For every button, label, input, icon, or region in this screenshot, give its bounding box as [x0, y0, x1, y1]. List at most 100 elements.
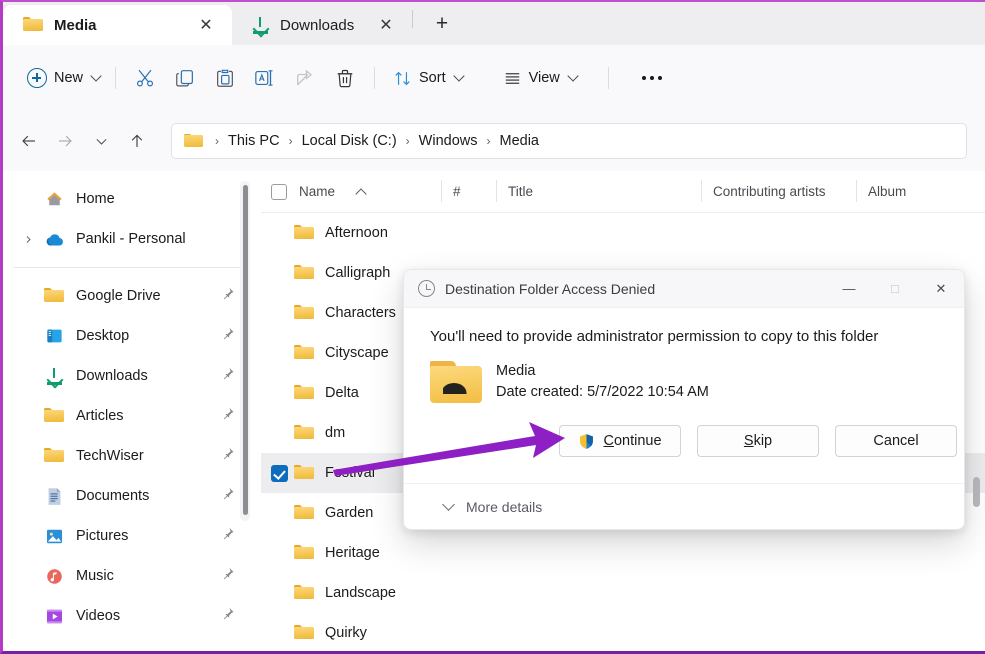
- sidebar-divider: [14, 267, 241, 268]
- sidebar-item-pictures[interactable]: Pictures: [3, 516, 261, 556]
- column-header-album[interactable]: Album: [856, 171, 976, 213]
- expander-placeholder: [17, 285, 39, 307]
- sort-icon: [395, 71, 410, 85]
- recent-locations-button[interactable]: [83, 123, 119, 159]
- sidebar-item-home[interactable]: Home: [3, 179, 261, 219]
- delete-button[interactable]: [325, 60, 365, 96]
- sidebar-item-pankil-personal[interactable]: Pankil - Personal: [3, 219, 261, 259]
- pin-icon[interactable]: [221, 487, 235, 506]
- tab-label: Media: [54, 16, 97, 34]
- breadcrumb-separator: ›: [486, 134, 491, 148]
- documents-icon: [43, 485, 65, 507]
- table-row[interactable]: Quirky: [261, 613, 985, 651]
- breadcrumb-item-windows[interactable]: Windows: [413, 131, 484, 151]
- sidebar-item-articles[interactable]: Articles: [3, 396, 261, 436]
- tab-strip: Media ✕ Downloads ✕ +: [3, 2, 985, 45]
- pin-icon[interactable]: [221, 447, 235, 466]
- back-button[interactable]: [11, 123, 47, 159]
- expander-placeholder: [17, 485, 39, 507]
- tab-media[interactable]: Media ✕: [3, 5, 232, 45]
- sidebar-item-desktop[interactable]: Desktop: [3, 316, 261, 356]
- chevron-right-icon[interactable]: [17, 228, 39, 250]
- address-bar: › This PC › Local Disk (C:) › Windows › …: [3, 111, 985, 171]
- pin-icon[interactable]: [221, 567, 235, 586]
- column-header-title[interactable]: Title: [496, 171, 701, 213]
- file-name: Festival: [325, 465, 375, 481]
- sidebar-item-documents[interactable]: Documents: [3, 476, 261, 516]
- share-button[interactable]: [285, 60, 325, 96]
- pin-icon[interactable]: [221, 367, 235, 386]
- continue-button-rest: ontinue: [613, 433, 662, 450]
- sidebar-item-label: TechWiser: [76, 448, 144, 464]
- pin-glyph: [223, 287, 234, 300]
- sidebar-item-techwiser[interactable]: TechWiser: [3, 436, 261, 476]
- close-icon[interactable]: ✕: [194, 13, 218, 37]
- chevron-down-icon: [95, 138, 107, 145]
- file-explorer-window: Media ✕ Downloads ✕ + New Sort View › Th…: [0, 0, 985, 654]
- cancel-button[interactable]: Cancel: [835, 425, 957, 458]
- select-all-checkbox[interactable]: [271, 183, 287, 200]
- sidebar-item-google-drive[interactable]: Google Drive: [3, 276, 261, 316]
- sidebar-item-videos[interactable]: Videos: [3, 596, 261, 636]
- view-list-icon: [505, 72, 519, 84]
- table-row[interactable]: Landscape: [261, 573, 985, 613]
- sort-button[interactable]: Sort: [384, 60, 472, 96]
- pin-icon[interactable]: [221, 607, 235, 626]
- table-row[interactable]: Afternoon: [261, 213, 985, 253]
- file-name: Landscape: [325, 585, 396, 601]
- breadcrumb[interactable]: › This PC › Local Disk (C:) › Windows › …: [171, 123, 967, 159]
- minimize-button[interactable]: —: [826, 270, 872, 308]
- ellipsis-icon: [641, 76, 662, 80]
- view-button[interactable]: View: [494, 60, 586, 96]
- column-header-contributing-artists[interactable]: Contributing artists: [701, 171, 856, 213]
- continue-button[interactable]: Continue: [559, 425, 681, 458]
- close-icon[interactable]: ✕: [918, 270, 964, 308]
- document-glyph: [48, 487, 60, 505]
- new-tab-button[interactable]: +: [425, 7, 459, 41]
- chevron-down-icon: [452, 70, 465, 82]
- skip-button[interactable]: Skip: [697, 425, 819, 458]
- cut-button[interactable]: [125, 60, 165, 96]
- file-name: Cityscape: [325, 345, 389, 361]
- file-list-scrollbar[interactable]: [971, 171, 982, 651]
- tab-label: Downloads: [280, 16, 355, 34]
- pin-glyph: [223, 367, 234, 380]
- music-icon: [43, 565, 65, 587]
- forward-button[interactable]: [47, 123, 83, 159]
- close-icon[interactable]: ✕: [374, 13, 398, 37]
- column-header-name[interactable]: Name: [261, 171, 441, 213]
- pin-icon[interactable]: [221, 327, 235, 346]
- home-icon-glyph: [46, 192, 62, 206]
- pin-icon[interactable]: [221, 407, 235, 426]
- sidebar-item-music[interactable]: Music: [3, 556, 261, 596]
- breadcrumb-item-local-disk[interactable]: Local Disk (C:): [296, 131, 403, 151]
- copy-button[interactable]: [165, 60, 205, 96]
- sidebar-item-downloads[interactable]: Downloads: [3, 356, 261, 396]
- breadcrumb-separator: ›: [288, 134, 293, 148]
- file-name: dm: [325, 425, 346, 441]
- sidebar-item-label: Documents: [76, 488, 150, 504]
- column-header-label: Contributing artists: [713, 184, 826, 199]
- folder-icon: [43, 445, 65, 467]
- row-checkbox[interactable]: [271, 464, 288, 482]
- dialog-footer[interactable]: More details: [404, 483, 964, 529]
- pin-icon[interactable]: [221, 287, 235, 306]
- new-button[interactable]: New: [21, 60, 106, 96]
- shield-icon: [578, 433, 595, 450]
- paste-button[interactable]: [205, 60, 245, 96]
- up-button[interactable]: [119, 123, 155, 159]
- pin-icon[interactable]: [221, 527, 235, 546]
- tab-downloads[interactable]: Downloads ✕: [232, 5, 412, 45]
- dialog-body: You'll need to provide administrator per…: [404, 308, 964, 458]
- breadcrumb-item-media[interactable]: Media: [493, 131, 545, 151]
- table-row[interactable]: Heritage: [261, 533, 985, 573]
- file-name: Garden: [325, 505, 374, 521]
- breadcrumb-item-this-pc[interactable]: This PC: [222, 131, 286, 151]
- more-button[interactable]: [632, 60, 672, 96]
- copy-icon: [176, 70, 193, 87]
- column-header-number[interactable]: #: [441, 171, 496, 213]
- rename-button[interactable]: [245, 60, 285, 96]
- access-denied-dialog: Destination Folder Access Denied — □ ✕ Y…: [403, 269, 965, 530]
- sidebar-item-label: Articles: [76, 408, 124, 424]
- sidebar-scrollbar[interactable]: [240, 181, 250, 521]
